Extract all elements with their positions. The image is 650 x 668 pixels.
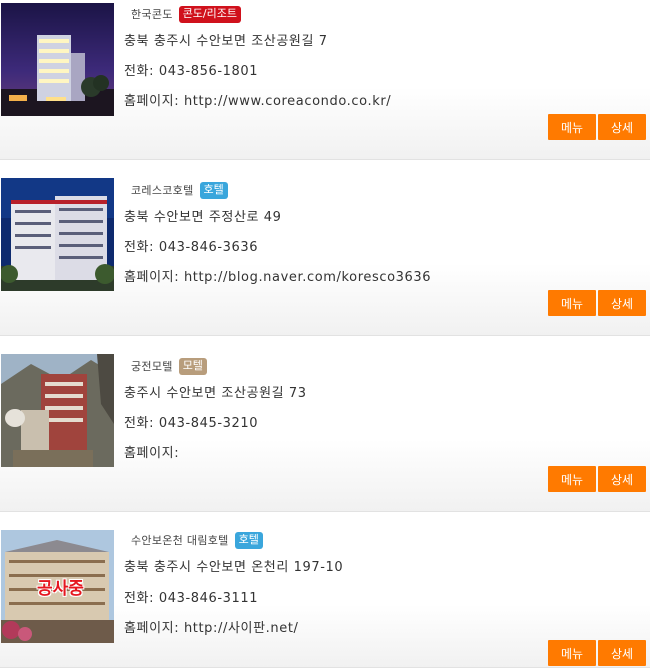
category-badge: 호텔 [234, 531, 263, 549]
listing-photo[interactable] [1, 354, 114, 467]
listing-card: 코레스코호텔 호텔 충북 수안보면 주정산로 49 전화: 043-846-36… [0, 176, 650, 336]
menu-button[interactable]: 메뉴 [548, 114, 596, 140]
listing-name[interactable]: 코레스코호텔 [131, 182, 194, 198]
category-badge: 콘도/리조트 [178, 5, 241, 23]
listing-address: 충주시 수안보면 조산공원길 73 [124, 386, 307, 401]
listing-name[interactable]: 수안보온천 대림호텔 [131, 532, 229, 548]
listing-phone: 전화: 043-846-3111 [124, 591, 259, 606]
listing-address: 충북 수안보면 주정산로 49 [124, 210, 282, 225]
listing-phone: 전화: 043-856-1801 [124, 64, 259, 79]
listing-homepage[interactable]: 홈페이지: http://사이판.net/ [124, 617, 299, 636]
listing-card: 공사중 수안보온천 대림호텔 호텔 충북 충주시 수안보면 온천리 197-10… [0, 528, 650, 668]
under-construction-label: 공사중 [37, 579, 84, 599]
listing-homepage: 홈페이지: [124, 446, 180, 461]
listing-phone: 전화: 043-846-3636 [124, 240, 259, 255]
listing-photo[interactable]: 공사중 [1, 530, 114, 643]
detail-button[interactable]: 상세 [598, 114, 646, 140]
listing-name-row: 궁전모텔 모텔 [131, 357, 207, 375]
menu-button[interactable]: 메뉴 [548, 466, 596, 492]
listing-name[interactable]: 한국콘도 [131, 6, 173, 22]
detail-button[interactable]: 상세 [598, 466, 646, 492]
category-badge: 호텔 [199, 181, 228, 199]
listing-name-row: 수안보온천 대림호텔 호텔 [131, 531, 263, 549]
listing-card: 한국콘도 콘도/리조트 충북 충주시 수안보면 조산공원길 7 전화: 043-… [0, 0, 650, 160]
listing-homepage[interactable]: 홈페이지: http://www.coreacondo.co.kr/ [124, 90, 391, 109]
listing-address: 충북 충주시 수안보면 온천리 197-10 [124, 560, 344, 575]
listing-phone: 전화: 043-845-3210 [124, 416, 259, 431]
listing-name-row: 코레스코호텔 호텔 [131, 181, 228, 199]
listing-homepage[interactable]: 홈페이지: http://blog.naver.com/koresco3636 [124, 266, 431, 285]
menu-button[interactable]: 메뉴 [548, 640, 596, 666]
listing-address: 충북 충주시 수안보면 조산공원길 7 [124, 34, 328, 49]
listing-name-row: 한국콘도 콘도/리조트 [131, 5, 241, 23]
category-badge: 모텔 [178, 357, 207, 375]
detail-button[interactable]: 상세 [598, 290, 646, 316]
listing-name[interactable]: 궁전모텔 [131, 358, 173, 374]
listing-card: 궁전모텔 모텔 충주시 수안보면 조산공원길 73 전화: 043-845-32… [0, 352, 650, 512]
listing-photo[interactable] [1, 3, 114, 116]
detail-button[interactable]: 상세 [598, 640, 646, 666]
listing-photo[interactable] [1, 178, 114, 291]
accommodation-list: 한국콘도 콘도/리조트 충북 충주시 수안보면 조산공원길 7 전화: 043-… [0, 0, 650, 668]
menu-button[interactable]: 메뉴 [548, 290, 596, 316]
